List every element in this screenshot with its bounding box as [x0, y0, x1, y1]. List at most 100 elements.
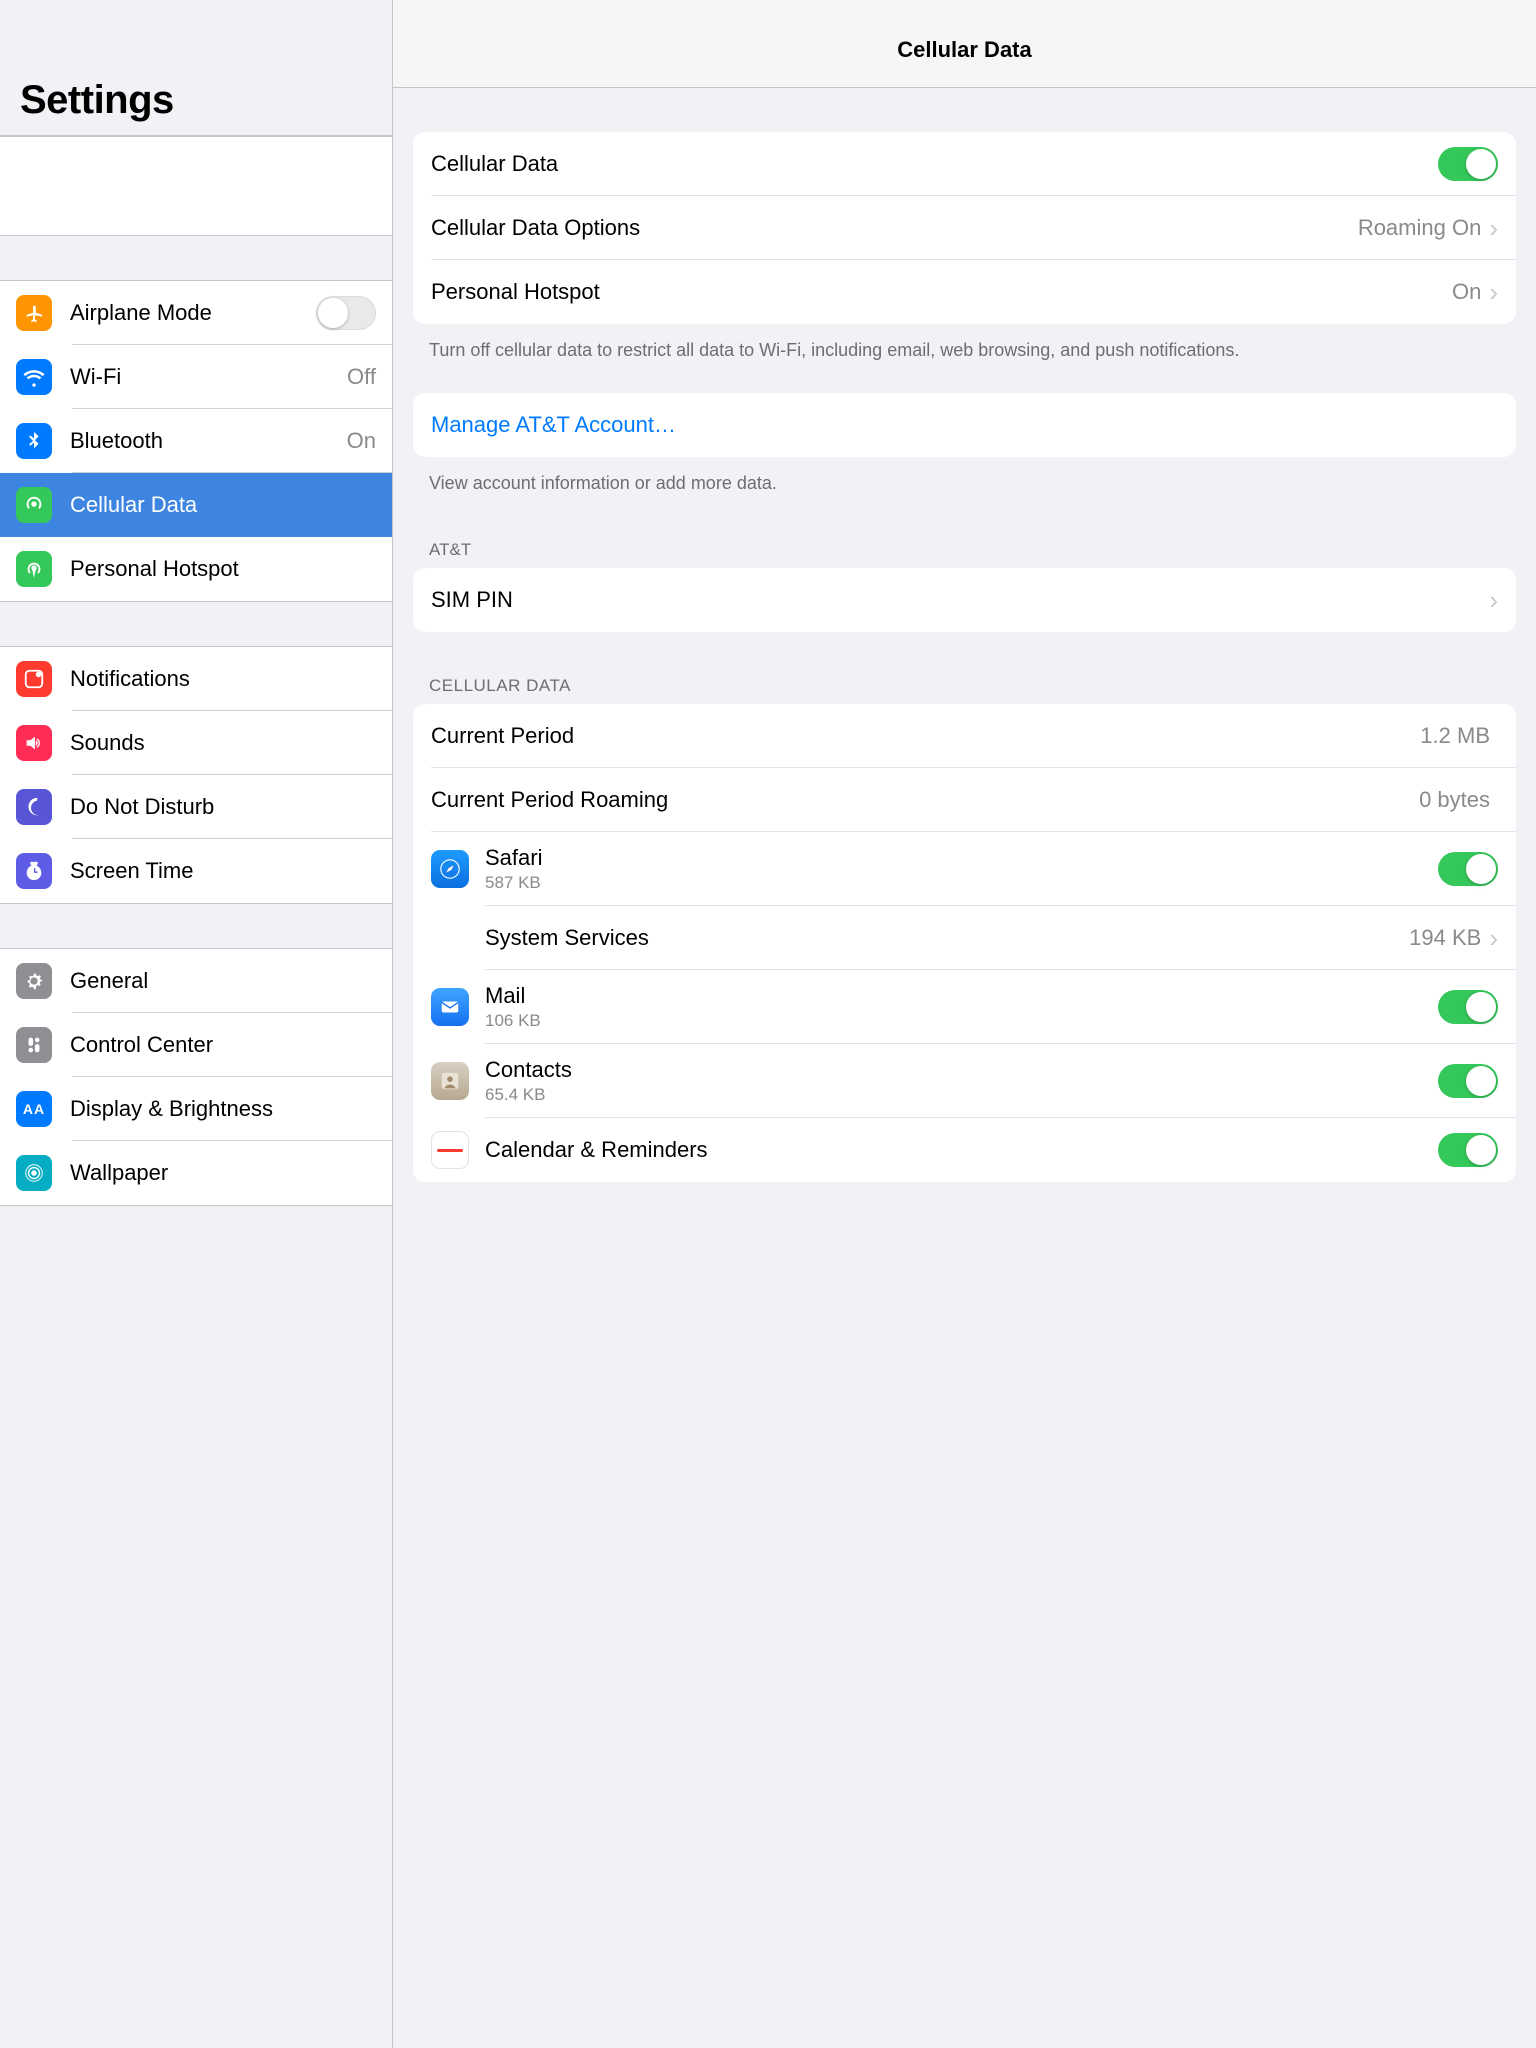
detail-row-calendar-reminders[interactable]: Calendar & Reminders: [413, 1118, 1516, 1182]
carrier-section-header: AT&T: [393, 496, 1536, 568]
detail-row-label: Cellular Data: [431, 151, 1438, 177]
contacts-icon: [431, 1062, 469, 1100]
general-icon: [16, 963, 52, 999]
chevron-right-icon: ›: [1489, 213, 1498, 244]
calendar-icon: [431, 1131, 469, 1169]
sounds-icon: [16, 725, 52, 761]
sidebar-item-label: Notifications: [70, 666, 376, 692]
controlcenter-icon: [16, 1027, 52, 1063]
sidebar-item-label: Screen Time: [70, 858, 376, 884]
detail-row-value: 0 bytes: [1419, 787, 1490, 813]
app-name: Safari: [485, 845, 1438, 871]
dnd-icon: [16, 789, 52, 825]
icon-spacer: [431, 919, 469, 957]
notifications-icon: [16, 661, 52, 697]
detail-row-value: 194 KB: [1409, 925, 1481, 951]
hotspot-icon: [16, 551, 52, 587]
chevron-right-icon: ›: [1489, 923, 1498, 954]
cellular-top-card: Cellular Data Cellular Data OptionsRoamin…: [413, 132, 1516, 324]
sidebar-item-label: Personal Hotspot: [70, 556, 376, 582]
manage-account-card: Manage AT&T Account…: [413, 393, 1516, 457]
sidebar-item-value: On: [347, 428, 376, 454]
cellular-top-footer: Turn off cellular data to restrict all d…: [393, 324, 1536, 363]
detail-row-label: Cellular Data Options: [431, 215, 1358, 241]
sidebar-item-do-not-disturb[interactable]: Do Not Disturb: [0, 775, 392, 839]
detail-row-value: 1.2 MB: [1420, 723, 1490, 749]
sidebar-item-notifications[interactable]: Notifications: [0, 647, 392, 711]
sidebar-item-label: General: [70, 968, 376, 994]
chevron-right-icon: ›: [1489, 277, 1498, 308]
switch-on[interactable]: [1438, 147, 1498, 181]
wifi-icon: [16, 359, 52, 395]
sidebar-item-control-center[interactable]: Control Center: [0, 1013, 392, 1077]
app-sub: 106 KB: [485, 1011, 1438, 1031]
usage-section-header: CELLULAR DATA: [393, 632, 1536, 704]
detail-row-label: Personal Hotspot: [431, 279, 1452, 305]
app-name: System Services: [485, 925, 1409, 951]
sidebar-item-display-brightness[interactable]: AADisplay & Brightness: [0, 1077, 392, 1141]
detail-row-mail[interactable]: Mail106 KB: [413, 970, 1516, 1044]
usage-card: Current Period1.2 MBCurrent Period Roami…: [413, 704, 1516, 1182]
sidebar-item-wallpaper[interactable]: Wallpaper: [0, 1141, 392, 1205]
sidebar-item-wi-fi[interactable]: Wi-FiOff: [0, 345, 392, 409]
detail-row-label: Current Period: [431, 723, 1420, 749]
settings-title: Settings: [0, 24, 392, 135]
detail-row-cellular-data-options[interactable]: Cellular Data OptionsRoaming On ›: [413, 196, 1516, 260]
detail-row-value: On: [1452, 279, 1481, 305]
sidebar-item-general[interactable]: General: [0, 949, 392, 1013]
sidebar-item-sounds[interactable]: Sounds: [0, 711, 392, 775]
switch-on[interactable]: [1438, 1064, 1498, 1098]
sidebar-item-personal-hotspot[interactable]: Personal Hotspot: [0, 537, 392, 601]
detail-row-contacts[interactable]: Contacts65.4 KB: [413, 1044, 1516, 1118]
cellular-icon: [16, 487, 52, 523]
detail-pane: Cellular Data Cellular DataCellular Data…: [393, 0, 1536, 2048]
detail-row-label: SIM PIN: [431, 587, 1489, 613]
sidebar-item-bluetooth[interactable]: BluetoothOn: [0, 409, 392, 473]
detail-row-current-period-roaming: Current Period Roaming0 bytes: [413, 768, 1516, 832]
mail-icon: [431, 988, 469, 1026]
sidebar-item-label: Cellular Data: [70, 492, 376, 518]
switch-on[interactable]: [1438, 990, 1498, 1024]
manage-account-link[interactable]: Manage AT&T Account…: [431, 412, 1498, 438]
screentime-icon: [16, 853, 52, 889]
detail-row-personal-hotspot[interactable]: Personal HotspotOn ›: [413, 260, 1516, 324]
carrier-card: SIM PIN›: [413, 568, 1516, 632]
sidebar-item-label: Airplane Mode: [70, 300, 316, 326]
detail-row-current-period: Current Period1.2 MB: [413, 704, 1516, 768]
sidebar-item-label: Control Center: [70, 1032, 376, 1058]
detail-title: Cellular Data: [897, 37, 1032, 63]
sidebar-item-airplane-mode[interactable]: Airplane Mode: [0, 281, 392, 345]
app-name: Contacts: [485, 1057, 1438, 1083]
sidebar-item-label: Display & Brightness: [70, 1096, 376, 1122]
sidebar-item-label: Sounds: [70, 730, 376, 756]
sidebar-item-value: Off: [347, 364, 376, 390]
chevron-right-icon: ›: [1489, 585, 1498, 616]
safari-icon: [431, 850, 469, 888]
sidebar-item-cellular-data[interactable]: Cellular Data: [0, 473, 392, 537]
manage-account-row[interactable]: Manage AT&T Account…: [413, 393, 1516, 457]
detail-row-system-services[interactable]: System Services194 KB ›: [413, 906, 1516, 970]
detail-row-cellular-data[interactable]: Cellular Data: [413, 132, 1516, 196]
detail-row-sim-pin[interactable]: SIM PIN›: [413, 568, 1516, 632]
manage-account-footer: View account information or add more dat…: [393, 457, 1536, 496]
search-row[interactable]: [0, 136, 392, 236]
sidebar-item-screen-time[interactable]: Screen Time: [0, 839, 392, 903]
bluetooth-icon: [16, 423, 52, 459]
detail-row-value: Roaming On: [1358, 215, 1482, 241]
sidebar-item-label: Bluetooth: [70, 428, 347, 454]
wallpaper-icon: [16, 1155, 52, 1191]
detail-row-label: Current Period Roaming: [431, 787, 1419, 813]
settings-sidebar: Settings Airplane ModeWi-FiOffBluetoothO…: [0, 0, 393, 2048]
detail-row-safari[interactable]: Safari587 KB: [413, 832, 1516, 906]
app-name: Calendar & Reminders: [485, 1137, 1438, 1163]
sidebar-item-label: Do Not Disturb: [70, 794, 376, 820]
switch-off[interactable]: [316, 296, 376, 330]
detail-header: Cellular Data: [393, 0, 1536, 88]
app-name: Mail: [485, 983, 1438, 1009]
switch-on[interactable]: [1438, 852, 1498, 886]
app-sub: 65.4 KB: [485, 1085, 1438, 1105]
app-sub: 587 KB: [485, 873, 1438, 893]
sidebar-item-label: Wi-Fi: [70, 364, 347, 390]
switch-on[interactable]: [1438, 1133, 1498, 1167]
sidebar-item-label: Wallpaper: [70, 1160, 376, 1186]
